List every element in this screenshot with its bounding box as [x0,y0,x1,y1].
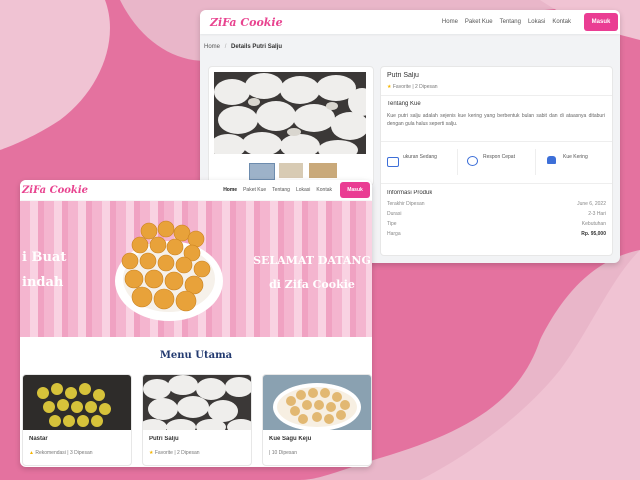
thumbnail-3[interactable] [309,163,337,178]
detail-login-button[interactable]: Masuk [584,13,618,31]
star-icon: ★ [387,84,392,90]
home-logo[interactable]: ZiFa Cookie [22,185,88,196]
home-nav-lokasi[interactable]: Lokasi [296,187,310,193]
detail-nav-lokasi[interactable]: Lokasi [528,19,545,25]
info-value: Kebutuhan [581,221,606,227]
chat-icon [467,156,478,166]
info-row-type: Tipe Kebutuhan [387,221,606,227]
detail-nav-kontak[interactable]: Kontak [552,19,571,25]
product-detail-card: Putri Salju ★ Favorite | 2 Dipesan Tenta… [380,66,613,256]
menu-card-orders: 2 Dipesan [177,450,200,456]
detail-nav-tentang[interactable]: Tentang [500,19,521,25]
favorite-label: Favorite [392,84,411,90]
detail-nav-paket-kue[interactable]: Paket Kue [465,19,493,25]
menu-card-nastar[interactable]: Nastar ▲ Rekomendasi | 3 Dipesan [22,374,132,466]
info-row-last-ordered: Terakhir Dipesan June 6, 2022 [387,201,606,207]
home-page-screenshot: ZiFa Cookie Home Paket Kue Tentang Lokas… [20,180,372,467]
home-navbar: ZiFa Cookie Home Paket Kue Tentang Lokas… [20,180,372,200]
breadcrumb-home[interactable]: Home [204,44,220,50]
product-meta: ★ Favorite | 2 Dipesan [387,84,438,90]
feature-response-label: Respon Cepat [483,154,515,160]
product-main-image [214,72,366,154]
gallery-card [208,66,374,186]
menu-card-tag: Favorite [154,450,173,456]
thumbnail-2[interactable] [279,163,303,178]
breadcrumb-separator: / [224,44,227,50]
product-name: Putri Salju [387,72,419,79]
home-login-button[interactable]: Masuk [340,182,370,198]
info-value: 2-3 Hari [588,211,606,217]
home-nav-home[interactable]: Home [223,187,237,193]
breadcrumb-current: Details Putri Salju [231,44,283,50]
feature-size-label: ukuran Sedang [403,154,437,160]
feature-type: Kue Kering [543,151,609,175]
nastar-plate-image [115,220,223,321]
feature-size: ukuran Sedang [385,151,455,175]
menu-card-orders: | 10 Dipesan [269,450,297,456]
menu-card-name: Kue Sagu Keju [269,436,312,442]
thumbnail-1[interactable] [249,163,275,180]
detail-nav-home[interactable]: Home [442,19,458,25]
star-icon: ★ [149,450,154,456]
menu-card-meta: ▲ Rekomendasi | 3 Dipesan [29,450,93,456]
menu-card-tag: Rekomendasi [35,450,66,456]
menu-card-meta: ★ Favorite | 2 Dipesan [149,450,200,456]
thumbs-up-icon: ▲ [29,450,34,456]
hero-left-line2: indah [22,275,64,290]
detail-logo[interactable]: ZiFa Cookie [210,16,283,29]
putri-salju-image [143,375,251,430]
info-label: Durasi [387,211,402,217]
hero-banner: i Buat indah SELAMAT DATANG di Zifa Cook… [20,201,372,337]
hero-welcome-subtitle: di Zifa Cookie [269,278,355,291]
home-nav-paket-kue[interactable]: Paket Kue [243,187,266,193]
hero-welcome-title: SELAMAT DATANG [253,254,371,267]
menu-card-orders: 3 Dipesan [70,450,93,456]
hero-text-left: i Buat indah [22,245,66,295]
menu-card-kue-sagu-keju[interactable]: Kue Sagu Keju | 10 Dipesan [262,374,372,466]
hero-left-line1: i Buat [22,250,67,265]
hero-text-right: SELAMAT DATANG di Zifa Cookie [252,249,372,297]
info-row-duration: Durasi 2-3 Hari [387,211,606,217]
info-label: Harga [387,231,401,237]
menu-card-name: Putri Salju [149,436,179,442]
info-row-price: Harga Rp. 95,000 [387,231,606,237]
kue-sagu-keju-image [263,375,371,430]
feature-response: Respon Cepat [465,151,535,175]
detail-navbar: ZiFa Cookie Home Paket Kue Tentang Lokas… [200,10,620,34]
info-value: June 6, 2022 [577,201,606,207]
breadcrumb: Home / Details Putri Salju [204,44,282,50]
size-icon [387,157,399,167]
nastar-image [23,375,131,430]
orders-label: 2 Dipesan [415,84,438,90]
home-nav-tentang[interactable]: Tentang [272,187,290,193]
menu-title: Menu Utama [159,350,233,361]
menu-card-name: Nastar [29,436,48,442]
info-title: Informasi Produk [387,190,433,196]
about-text: Kue putri salju adalah sejenis kue kerin… [387,113,605,127]
menu-card-putri-salju[interactable]: Putri Salju ★ Favorite | 2 Dipesan [142,374,252,466]
home-nav-kontak[interactable]: Kontak [316,187,332,193]
info-label: Terakhir Dipesan [387,201,425,207]
cake-icon [547,156,556,164]
menu-card-meta: | 10 Dipesan [269,450,297,456]
info-label: Tipe [387,221,397,227]
about-title: Tentang Kue [387,101,421,107]
price-value: Rp. 95,000 [581,231,606,237]
feature-type-label: Kue Kering [563,154,588,160]
